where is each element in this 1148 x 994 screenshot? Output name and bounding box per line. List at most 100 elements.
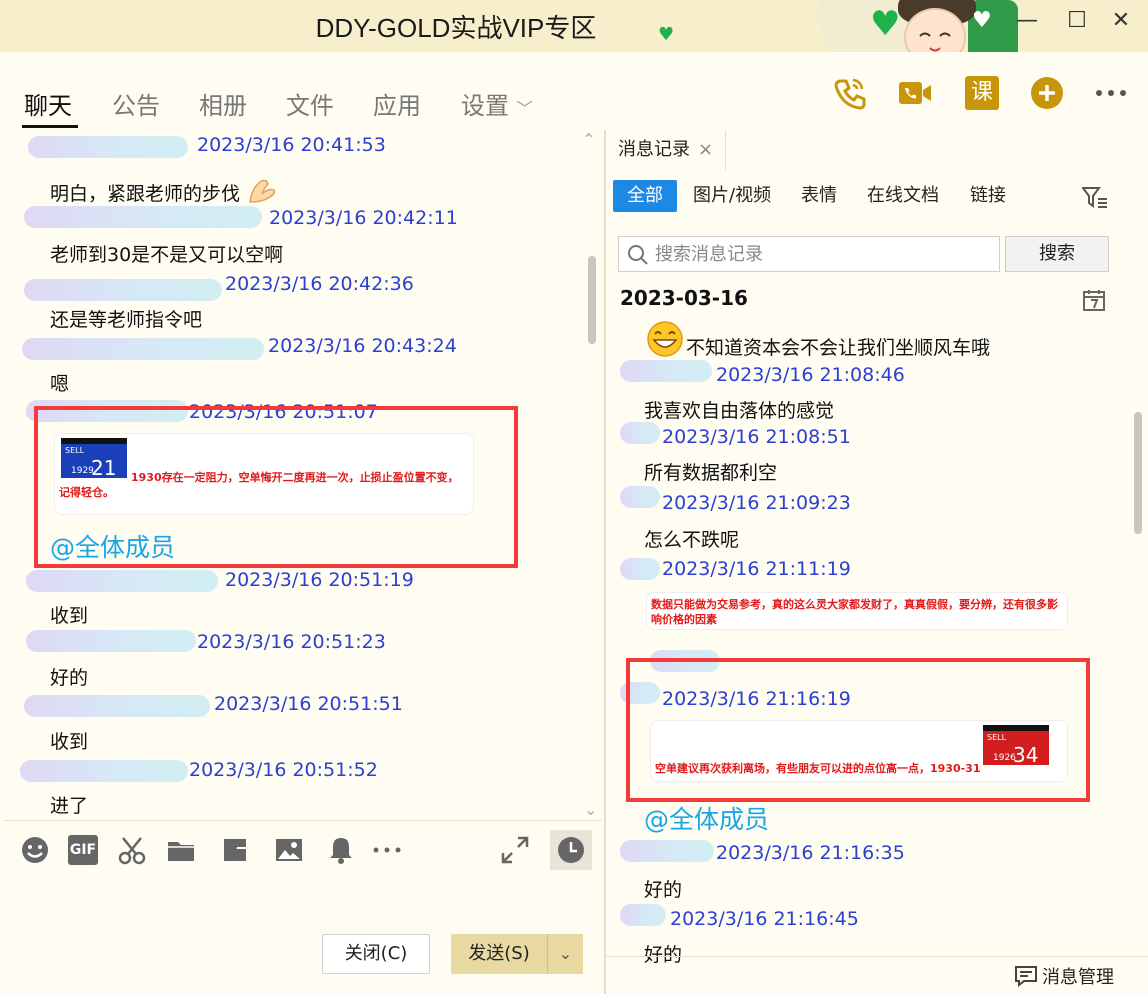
blurred-sender-name	[26, 570, 218, 592]
input-toolbar: GIF	[4, 820, 602, 880]
heart-icon: ♥	[658, 24, 675, 45]
filter-media[interactable]: 图片/视频	[693, 180, 771, 212]
history-message-text: 不知道资本会不会让我们坐顺风车哦	[686, 337, 991, 359]
grin-emoji-icon	[647, 321, 683, 357]
message-text: 明白，紧跟老师的步伐	[50, 176, 280, 206]
history-timestamp: 2023/3/16 21:16:45	[670, 908, 859, 930]
message-input-area[interactable]: 关闭(C) 发送(S) ⌄	[4, 880, 602, 994]
notice-text: 数据只能做为交易参考，真的这么灵大家都发财了，真真假假，要分辨，还有很多影响价格…	[651, 598, 1058, 626]
blurred-sender-name	[620, 558, 660, 580]
search-icon	[628, 245, 648, 265]
message-timestamp: 2023/3/16 20:51:23	[197, 631, 386, 653]
more-tools-icon[interactable]	[372, 835, 402, 865]
chat-message-list[interactable]: ⌃ 2023/3/16 20:41:53 明白，紧跟老师的步伐 2023/3/1…	[4, 130, 602, 820]
tab-announcement[interactable]: 公告	[112, 86, 160, 121]
history-timestamp: 2023/3/16 21:08:51	[662, 426, 851, 448]
calendar-icon[interactable]	[1082, 288, 1106, 312]
highlight-box	[34, 406, 518, 568]
message-timestamp: 2023/3/16 20:41:53	[197, 134, 386, 156]
blurred-sender-name	[20, 760, 188, 782]
image-icon[interactable]	[274, 835, 304, 865]
expand-icon[interactable]	[500, 835, 530, 865]
close-button[interactable]: 关闭(C)	[322, 934, 430, 974]
history-scrollbar[interactable]	[1134, 412, 1142, 534]
notice-image[interactable]: 数据只能做为交易参考，真的这么灵大家都发财了，真真假假，要分辨，还有很多影响价格…	[646, 592, 1068, 630]
filter-icon[interactable]	[1082, 186, 1108, 210]
blurred-sender-name	[22, 338, 264, 360]
send-options-dropdown[interactable]: ⌄	[547, 934, 583, 974]
message-timestamp: 2023/3/16 20:51:51	[214, 693, 403, 715]
scissors-icon[interactable]	[117, 835, 147, 865]
blurred-sender-name	[24, 206, 262, 228]
message-text: 嗯	[50, 373, 70, 395]
window-title: DDY-GOLD实战VIP专区	[315, 13, 597, 43]
doc-share-icon[interactable]	[220, 835, 250, 865]
message-manage-icon	[1015, 966, 1037, 987]
mention-all[interactable]: @全体成员	[644, 800, 769, 836]
tab-message-history[interactable]: 消息记录 ×	[606, 130, 726, 170]
filter-online-docs[interactable]: 在线文档	[867, 180, 939, 212]
close-window-button[interactable]: ✕	[1106, 8, 1136, 33]
blurred-sender-name	[620, 486, 660, 508]
gif-icon[interactable]: GIF	[68, 835, 98, 865]
history-timestamp: 2023/3/16 21:08:46	[716, 364, 905, 386]
emoji-icon[interactable]	[20, 835, 50, 865]
tab-settings-label: 设置	[461, 92, 509, 120]
main-tabs: 聊天 公告 相册 文件 应用 设置 ﹀ 课	[0, 52, 1148, 130]
chat-scrollbar[interactable]	[588, 256, 596, 344]
folder-icon[interactable]	[166, 835, 196, 865]
message-manage-link[interactable]: 消息管理	[1042, 963, 1114, 989]
course-icon[interactable]: 课	[965, 76, 999, 110]
history-footer: 消息管理	[606, 956, 1148, 994]
message-history-panel: 消息记录 × 全部 图片/视频 表情 在线文档 链接 搜索 2023-03-16…	[606, 130, 1148, 994]
blurred-sender-name	[24, 279, 222, 301]
add-icon[interactable]	[1030, 76, 1064, 110]
history-search-input[interactable]	[655, 239, 991, 269]
send-button[interactable]: 发送(S)	[451, 934, 547, 974]
video-call-icon[interactable]	[898, 76, 932, 110]
history-timestamp: 2023/3/16 21:16:35	[716, 842, 905, 864]
history-search-box[interactable]	[618, 236, 1000, 272]
message-timestamp: 2023/3/16 20:42:11	[269, 207, 458, 229]
history-message-text: 所有数据都利空	[644, 462, 778, 484]
history-date-header: 2023-03-16	[620, 286, 748, 310]
history-message-text: 我喜欢自由落体的感觉	[644, 400, 835, 422]
tab-album[interactable]: 相册	[199, 86, 247, 121]
title-bar: DDY-GOLD实战VIP专区 ♥ ♥ ♥ ♥ — ☐ ✕	[0, 0, 1148, 90]
tab-settings[interactable]: 设置 ﹀	[461, 86, 533, 121]
message-text: 进了	[50, 795, 89, 817]
message-timestamp: 2023/3/16 20:51:19	[225, 569, 414, 591]
search-button[interactable]: 搜索	[1005, 236, 1109, 272]
tab-files[interactable]: 文件	[286, 86, 334, 121]
active-tab-indicator	[22, 125, 78, 128]
filter-all[interactable]: 全部	[613, 180, 677, 212]
message-text: 还是等老师指令吧	[50, 309, 203, 331]
maximize-button[interactable]: ☐	[1062, 8, 1092, 33]
clock-icon	[558, 837, 584, 863]
blurred-sender-name	[24, 695, 210, 717]
heart-icon: ♥	[870, 4, 901, 44]
blurred-sender-name	[620, 422, 660, 444]
history-timestamp: 2023/3/16 21:11:19	[662, 558, 851, 580]
highlight-box	[626, 658, 1090, 802]
history-message-text: 怎么不跌呢	[644, 529, 740, 551]
bell-icon[interactable]	[326, 835, 356, 865]
blurred-sender-name	[28, 136, 188, 158]
tab-apps[interactable]: 应用	[373, 86, 421, 121]
more-icon[interactable]	[1094, 76, 1128, 110]
filter-links[interactable]: 链接	[970, 180, 1006, 212]
phone-call-icon[interactable]	[832, 76, 866, 110]
close-icon[interactable]: ×	[698, 130, 713, 170]
collapse-up-icon[interactable]: ⌃	[582, 130, 595, 149]
filter-stickers[interactable]: 表情	[801, 180, 837, 212]
heart-icon: ♥	[972, 8, 992, 33]
message-text: 好的	[50, 667, 89, 689]
tab-chat[interactable]: 聊天	[24, 86, 72, 121]
blurred-sender-name	[620, 840, 714, 862]
message-timestamp: 2023/3/16 20:51:52	[189, 759, 378, 781]
minimize-button[interactable]: —	[1012, 8, 1042, 33]
collapse-down-icon[interactable]: ⌄	[584, 800, 597, 819]
history-toggle-button[interactable]	[550, 830, 592, 870]
message-text: 收到	[50, 605, 89, 627]
chevron-down-icon: ﹀	[516, 99, 533, 118]
